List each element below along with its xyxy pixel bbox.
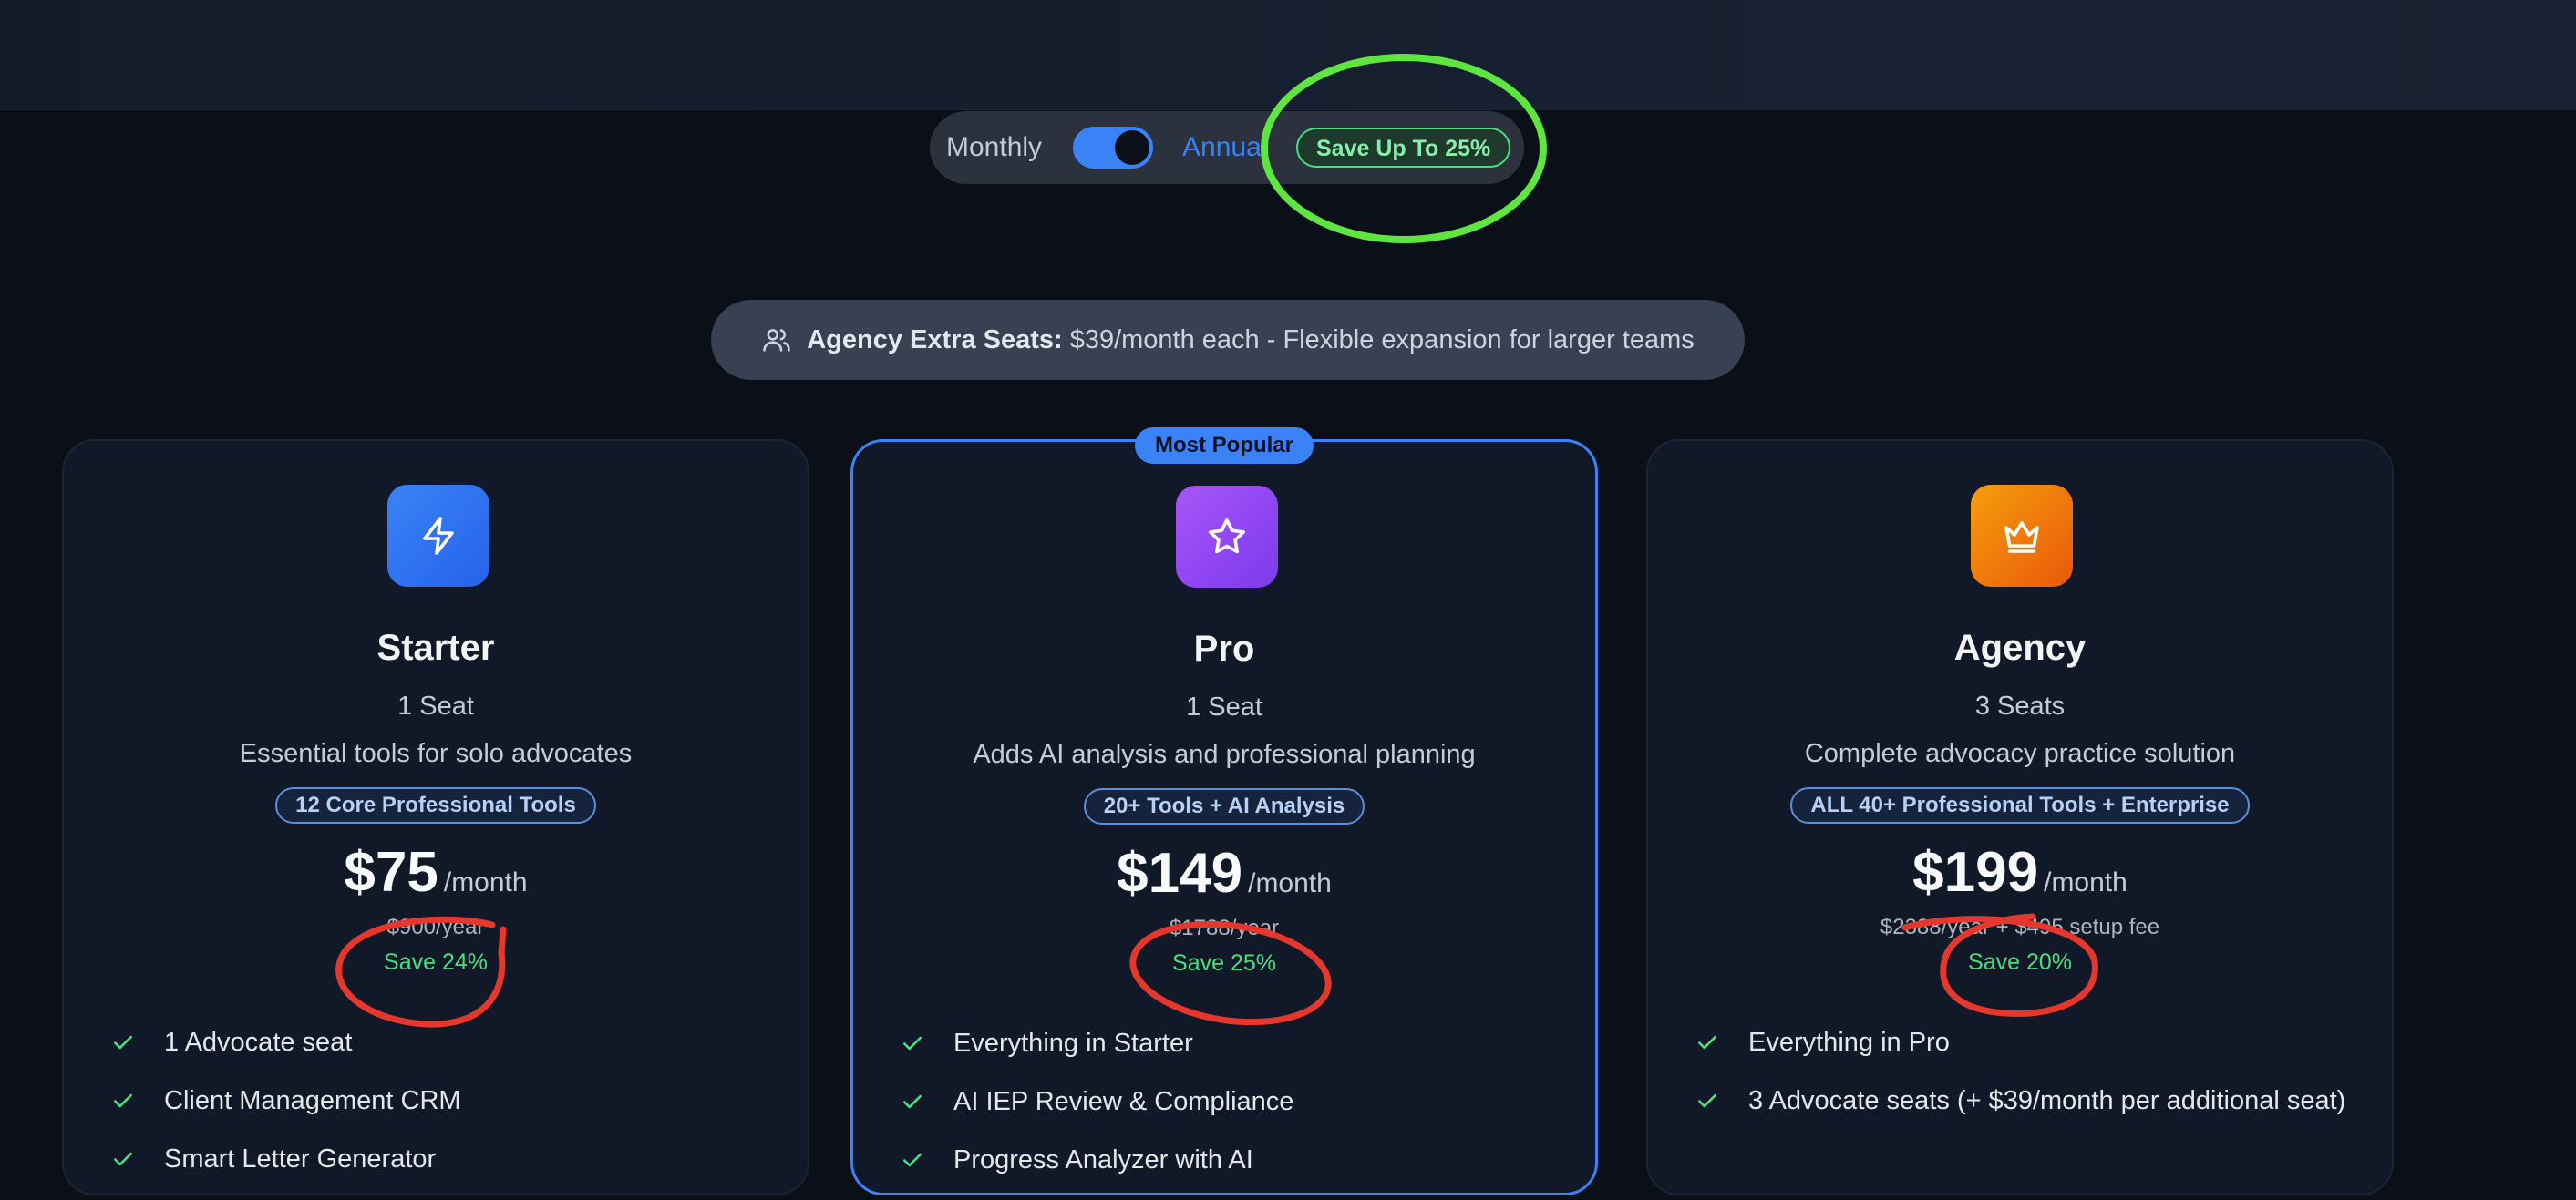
feature-item: Everything in Starter	[899, 1025, 1555, 1062]
check-icon	[114, 1152, 132, 1166]
feature-item: 1 Advocate seat	[109, 1024, 766, 1061]
plan-icon-tile	[1971, 485, 2073, 587]
save-percentage: Save 24%	[384, 949, 488, 975]
most-popular-badge: Most Popular	[1134, 427, 1314, 464]
price-amount: $75	[344, 841, 438, 904]
feature-list: Everything in Pro 3 Advocate seats (+ $3…	[1694, 1024, 2350, 1141]
tools-badge: ALL 40+ Professional Tools + Enterprise	[1790, 787, 2250, 824]
price-period: /month	[2044, 867, 2128, 897]
crown-icon	[2004, 521, 2039, 553]
check-icon	[1698, 1035, 1716, 1050]
feature-item: Everything in Pro	[1694, 1024, 2350, 1061]
feature-item: Client Management CRM	[109, 1082, 766, 1119]
price: $199/month	[1648, 840, 2392, 905]
price-amount: $149	[1117, 842, 1243, 905]
plan-card-agency[interactable]: Agency 3 Seats Complete advocacy practic…	[1646, 439, 2394, 1195]
plan-name: Starter	[376, 628, 495, 668]
switch-knob	[1115, 130, 1149, 165]
check-icon	[903, 1094, 922, 1109]
star-icon	[1209, 518, 1245, 554]
price: $149/month	[853, 841, 1595, 906]
check-icon	[1698, 1093, 1716, 1108]
plan-description: Adds AI analysis and professional planni…	[973, 740, 1476, 769]
feature-item: Progress Analyzer with AI	[899, 1142, 1555, 1178]
check-icon	[114, 1035, 132, 1050]
yearly-price: $2388/year + $495 setup fee	[1880, 915, 2160, 939]
plan-icon-tile	[387, 485, 489, 587]
plan-icon-tile	[1176, 486, 1278, 588]
users-icon	[763, 329, 790, 352]
monthly-label[interactable]: Monthly	[946, 111, 1042, 184]
check-icon	[903, 1036, 922, 1051]
check-icon	[903, 1153, 922, 1167]
top-header-bar	[0, 0, 2576, 110]
banner-text: $39/month each - Flexible expansion for …	[1069, 324, 1695, 354]
check-icon	[114, 1093, 132, 1108]
plan-description: Essential tools for solo advocates	[239, 739, 633, 768]
billing-toggle-group: Monthly Annual Save Up To 25%	[930, 111, 1524, 184]
feature-list: 1 Advocate seat Client Management CRM Sm…	[109, 1024, 766, 1199]
plan-seats: 1 Seat	[397, 692, 474, 721]
feature-item: AI IEP Review & Compliance	[899, 1083, 1555, 1120]
plan-name: Agency	[1953, 628, 2087, 668]
yearly-price: $900/year	[386, 915, 485, 939]
feature-list: Everything in Starter AI IEP Review & Co…	[899, 1025, 1555, 1200]
tools-badge: 20+ Tools + AI Analysis	[1083, 788, 1365, 825]
feature-item: Smart Letter Generator	[109, 1141, 766, 1177]
price-period: /month	[1248, 868, 1332, 898]
save-up-to-badge: Save Up To 25%	[1296, 128, 1511, 168]
price: $75/month	[64, 840, 808, 905]
agency-extra-seats-banner: Agency Extra Seats: $39/month each - Fle…	[711, 300, 1745, 380]
save-percentage: Save 20%	[1968, 949, 2072, 975]
banner-title: Agency Extra Seats:	[807, 324, 1063, 354]
lightning-icon	[423, 517, 454, 555]
plan-seats: 1 Seat	[1186, 692, 1262, 722]
plan-name: Pro	[1193, 629, 1255, 669]
billing-period-switch[interactable]	[1073, 127, 1153, 169]
plan-description: Complete advocacy practice solution	[1804, 739, 2236, 768]
tools-badge: 12 Core Professional Tools	[275, 787, 596, 824]
price-period: /month	[443, 867, 528, 897]
yearly-price: $1788/year	[1169, 916, 1280, 940]
annual-label[interactable]: Annual	[1182, 111, 1284, 184]
plan-card-starter[interactable]: Starter 1 Seat Essential tools for solo …	[62, 439, 809, 1195]
feature-item: 3 Advocate seats (+ $39/month per additi…	[1694, 1082, 2350, 1119]
plan-seats: 3 Seats	[1974, 692, 2066, 721]
plan-card-pro[interactable]: Most Popular Pro 1 Seat Adds AI analysis…	[850, 427, 1598, 1195]
price-amount: $199	[1912, 841, 2039, 904]
save-percentage: Save 25%	[1172, 950, 1276, 976]
